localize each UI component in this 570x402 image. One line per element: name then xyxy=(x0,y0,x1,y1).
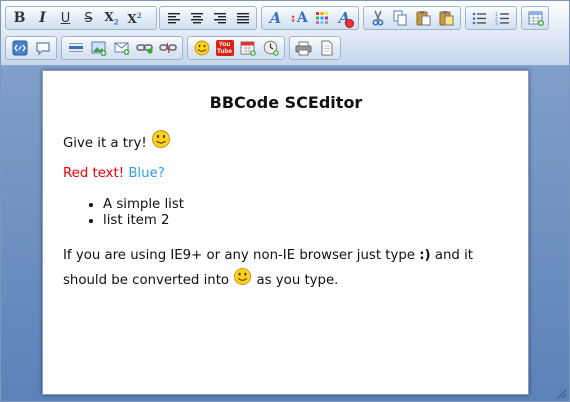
paste-icon xyxy=(416,11,431,26)
bold-icon: B xyxy=(13,10,26,26)
smiley-emoticon-icon xyxy=(234,267,252,286)
quote-icon xyxy=(35,41,50,55)
unlink-button[interactable] xyxy=(156,38,179,58)
italic-button[interactable]: I xyxy=(31,8,54,28)
paste-text-button[interactable] xyxy=(435,8,458,28)
strikethrough-icon: S xyxy=(84,10,93,26)
code-icon xyxy=(12,40,27,56)
toolbar-group-lists: 123 xyxy=(465,6,517,30)
paragraph-try: Give it a try! xyxy=(63,129,171,151)
link-button[interactable] xyxy=(133,38,156,58)
subscript-button[interactable]: X2 xyxy=(100,8,123,28)
remove-format-icon: A xyxy=(339,9,355,28)
align-center-icon xyxy=(190,13,203,24)
document-title: BBCode SCEditor xyxy=(209,93,363,112)
blue-text: Blue? xyxy=(128,166,165,181)
image-button[interactable] xyxy=(87,38,110,58)
align-right-button[interactable] xyxy=(208,8,231,28)
instruction-text-3: as you type. xyxy=(252,273,339,288)
toolbar-group-table xyxy=(521,6,549,30)
svg-text:3: 3 xyxy=(495,21,498,25)
font-name-icon: A xyxy=(269,9,282,27)
paragraph-colored: Red text! Blue? xyxy=(63,166,165,181)
quote-button[interactable] xyxy=(31,38,54,58)
font-color-icon xyxy=(315,12,328,24)
source-icon xyxy=(321,40,332,56)
date-icon xyxy=(240,41,256,56)
font-size-icon: ↕A xyxy=(289,10,308,26)
sceditor-container: B I U S X2 X2 A ↕A A 1 2 3 You Tube BBCo… xyxy=(0,0,570,402)
align-right-icon xyxy=(213,13,226,24)
editor-content-area[interactable]: BBCode SCEditor Give it a try! Red text!… xyxy=(42,70,529,395)
image-icon xyxy=(91,41,106,56)
list-item: A simple list xyxy=(103,197,184,213)
editor-toolbar: B I U S X2 X2 A ↕A A 1 2 3 You Tube xyxy=(1,1,569,66)
copy-button[interactable] xyxy=(389,8,412,28)
underline-button[interactable]: U xyxy=(54,8,77,28)
time-button[interactable] xyxy=(259,38,282,58)
simple-list: A simple list list item 2 xyxy=(63,197,184,229)
bullet-list-button[interactable] xyxy=(468,8,491,28)
print-button[interactable] xyxy=(292,38,315,58)
toolbar-group-code xyxy=(5,36,57,60)
smiley-code: :) xyxy=(419,248,431,263)
numbered-list-icon: 123 xyxy=(495,12,509,25)
toolbar-group-alignment xyxy=(159,6,257,30)
align-center-button[interactable] xyxy=(185,8,208,28)
table-icon xyxy=(528,11,544,26)
resize-grip-icon[interactable] xyxy=(557,389,567,399)
emoticon-button[interactable] xyxy=(190,38,213,58)
code-button[interactable] xyxy=(8,38,31,58)
justify-button[interactable] xyxy=(231,8,254,28)
smiley-emoticon-icon xyxy=(151,130,170,148)
horizontal-rule-button[interactable] xyxy=(64,38,87,58)
instruction-text-1: If you are using IE9+ or any non-IE brow… xyxy=(63,248,420,263)
paste-text-icon xyxy=(439,11,454,26)
red-text: Red text! xyxy=(63,166,125,181)
copy-icon xyxy=(393,10,407,26)
toolbar-group-insert xyxy=(61,36,183,60)
subscript-icon: X2 xyxy=(104,9,119,27)
toolbar-group-font: A ↕A A xyxy=(261,6,359,30)
print-icon xyxy=(295,41,312,55)
horizontal-rule-icon xyxy=(68,43,83,52)
underline-icon: U xyxy=(60,10,71,26)
numbered-list-button[interactable]: 123 xyxy=(491,8,514,28)
email-button[interactable] xyxy=(110,38,133,58)
paragraph-try-text: Give it a try! xyxy=(63,136,147,151)
strikethrough-button[interactable]: S xyxy=(77,8,100,28)
email-icon xyxy=(114,42,129,55)
cut-button[interactable] xyxy=(366,8,389,28)
bold-button[interactable]: B xyxy=(8,8,31,28)
bullet-list-icon xyxy=(472,12,486,24)
toolbar-group-media: You Tube xyxy=(187,36,285,60)
font-color-button[interactable] xyxy=(310,8,333,28)
paragraph-instructions: If you are using IE9+ or any non-IE brow… xyxy=(63,244,503,292)
youtube-button[interactable]: You Tube xyxy=(213,38,236,58)
justify-icon xyxy=(236,13,249,24)
toolbar-group-text-format: B I U S X2 X2 xyxy=(5,6,157,30)
date-button[interactable] xyxy=(236,38,259,58)
time-icon xyxy=(263,40,279,56)
superscript-button[interactable]: X2 xyxy=(123,8,146,28)
align-left-icon xyxy=(167,13,180,24)
align-left-button[interactable] xyxy=(162,8,185,28)
youtube-icon: You Tube xyxy=(215,40,234,56)
italic-icon: I xyxy=(39,10,46,26)
list-item: list item 2 xyxy=(103,213,184,229)
link-icon xyxy=(135,44,153,54)
source-button[interactable] xyxy=(315,38,338,58)
toolbar-group-view xyxy=(289,36,341,60)
remove-format-button[interactable]: A xyxy=(333,8,356,28)
superscript-icon: X2 xyxy=(127,10,142,26)
toolbar-group-clipboard xyxy=(363,6,461,30)
unlink-icon xyxy=(158,42,177,54)
font-name-button[interactable]: A xyxy=(264,8,287,28)
font-size-button[interactable]: ↕A xyxy=(287,8,310,28)
table-button[interactable] xyxy=(524,8,547,28)
paste-button[interactable] xyxy=(412,8,435,28)
emoticon-icon xyxy=(194,40,209,56)
cut-icon xyxy=(372,10,383,26)
